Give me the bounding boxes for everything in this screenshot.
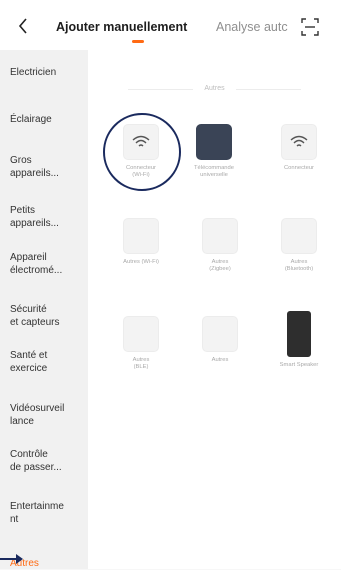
annotation-arrow-head xyxy=(16,554,23,564)
device-icon xyxy=(123,218,159,254)
device-icon xyxy=(202,316,238,352)
device-label: Autres (BLE) xyxy=(132,357,150,370)
scan-icon[interactable] xyxy=(300,17,320,37)
tab-active-indicator xyxy=(132,40,144,43)
sidebar-item-videosurveillance[interactable]: Vidéosurveil lance xyxy=(10,402,86,428)
sidebar-item-securite[interactable]: Sécurité et capteurs xyxy=(10,303,86,329)
device-label: Autres (Bluetooth) xyxy=(284,259,314,272)
device-tile-smart-speaker[interactable]: Smart Speaker xyxy=(262,311,336,369)
device-label: Autres (Wi-Fi) xyxy=(123,259,159,265)
sidebar-item-controle[interactable]: Contrôle de passer... xyxy=(10,448,86,474)
sidebar-item-eclairage[interactable]: Éclairage xyxy=(10,113,86,126)
sidebar-item-gros-appareils[interactable]: Gros appareils... xyxy=(10,154,86,180)
device-label: Connecteur xyxy=(284,165,314,171)
sidebar-item-sante[interactable]: Santé et exercice xyxy=(10,349,86,375)
sidebar-item-petits-appareils[interactable]: Petits appareils... xyxy=(10,204,86,230)
device-tile-autres-wifi[interactable]: Autres (Wi-Fi) xyxy=(104,218,178,266)
wifi-icon xyxy=(281,124,317,160)
tab-auto-scan[interactable]: Analyse autc xyxy=(216,20,290,34)
tab-manual-add[interactable]: Ajouter manuellement xyxy=(56,20,187,34)
speaker-icon xyxy=(287,311,311,357)
device-label: Télécommande universelle xyxy=(194,165,234,178)
device-tile-autres[interactable]: Autres xyxy=(183,316,257,364)
device-tile-autres-zigbee[interactable]: Autres (Zigbee) xyxy=(183,218,257,273)
chevron-left-icon[interactable] xyxy=(14,16,34,36)
sidebar-item-appareil-electromenager[interactable]: Appareil électromé... xyxy=(10,251,86,277)
sidebar-item-entertainment[interactable]: Entertainme nt xyxy=(10,500,86,526)
section-title: Autres xyxy=(204,85,225,92)
device-label: Autres xyxy=(211,357,229,363)
device-icon xyxy=(123,316,159,352)
category-sidebar: Electricien Éclairage Gros appareils... … xyxy=(0,50,88,569)
sidebar-item-electricien[interactable]: Electricien xyxy=(10,66,86,79)
section-divider-right xyxy=(236,89,301,90)
device-icon xyxy=(281,218,317,254)
device-icon xyxy=(202,218,238,254)
device-tile-autres-ble[interactable]: Autres (BLE) xyxy=(104,316,178,371)
device-label: Autres (Zigbee) xyxy=(209,259,231,272)
highlight-circle xyxy=(103,113,181,191)
device-tile-autres-bluetooth[interactable]: Autres (Bluetooth) xyxy=(262,218,336,273)
device-label: Smart Speaker xyxy=(279,362,319,368)
device-tile-connecteur[interactable]: Connecteur xyxy=(262,124,336,172)
top-bar: Ajouter manuellement Analyse autc xyxy=(0,0,341,50)
remote-hub-icon xyxy=(196,124,232,160)
device-tile-telecommande[interactable]: Télécommande universelle xyxy=(177,124,251,179)
